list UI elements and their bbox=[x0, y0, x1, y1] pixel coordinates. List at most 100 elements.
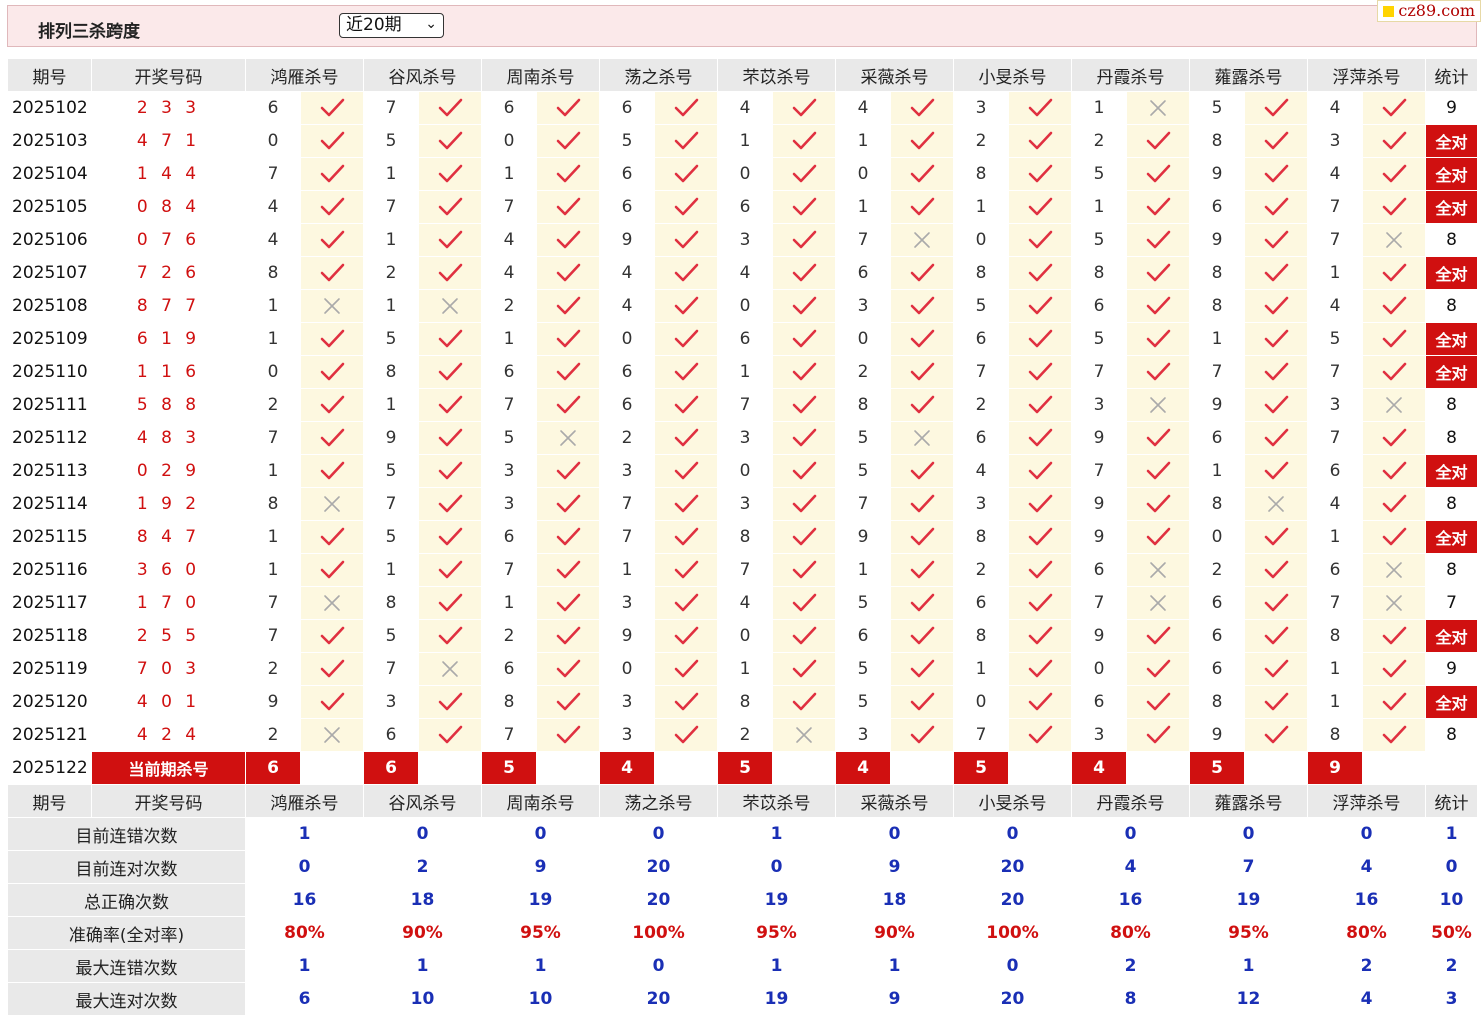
kill-number-cell: 8 bbox=[717, 520, 773, 554]
stat-value: 20 bbox=[953, 850, 1072, 884]
stat-summary-value: 10 bbox=[1425, 883, 1478, 917]
col-expert-header[interactable]: 周南杀号 bbox=[481, 784, 600, 818]
col-expert-header[interactable]: 蕹露杀号 bbox=[1189, 784, 1308, 818]
stat-value: 19 bbox=[717, 883, 836, 917]
col-expert-header[interactable]: 小旻杀号 bbox=[953, 58, 1072, 92]
kill-number-cell: 2 bbox=[481, 619, 537, 653]
kill-number-cell: 5 bbox=[363, 520, 419, 554]
kill-number-cell: 0 bbox=[599, 322, 655, 356]
col-expert-header[interactable]: 浮萍杀号 bbox=[1307, 784, 1426, 818]
col-expert-header[interactable]: 芣苡杀号 bbox=[717, 784, 836, 818]
col-expert-header[interactable]: 小旻杀号 bbox=[953, 784, 1072, 818]
check-icon bbox=[1362, 355, 1426, 389]
col-expert-header[interactable]: 荡之杀号 bbox=[599, 784, 718, 818]
stat-value: 80% bbox=[245, 916, 364, 950]
col-expert-header[interactable]: 丹霞杀号 bbox=[1071, 784, 1190, 818]
kill-number-cell: 8 bbox=[1189, 124, 1245, 158]
period-cell: 2025115 bbox=[7, 520, 92, 554]
col-expert-header[interactable]: 浮萍杀号 bbox=[1307, 58, 1426, 92]
check-icon bbox=[654, 718, 718, 752]
check-icon bbox=[654, 223, 718, 257]
kill-number-cell: 3 bbox=[599, 586, 655, 620]
kill-number-cell: 3 bbox=[363, 685, 419, 719]
kill-number-cell: 8 bbox=[1189, 685, 1245, 719]
current-kill-number: 5 bbox=[717, 751, 773, 785]
check-icon bbox=[772, 91, 836, 125]
kill-number-cell: 1 bbox=[481, 586, 537, 620]
check-icon bbox=[772, 388, 836, 422]
check-icon bbox=[1362, 619, 1426, 653]
kill-number-cell: 5 bbox=[599, 124, 655, 158]
period-select[interactable]: 近20期 ⌄ bbox=[339, 13, 444, 38]
kill-number-cell: 1 bbox=[245, 454, 301, 488]
check-icon bbox=[1244, 421, 1308, 455]
stat-value: 20 bbox=[599, 850, 718, 884]
stat-value: 16 bbox=[245, 883, 364, 917]
col-expert-header[interactable]: 谷风杀号 bbox=[363, 784, 482, 818]
table-row: 2025114 1 9 287373739848 bbox=[7, 487, 1478, 521]
kill-number-cell: 7 bbox=[481, 718, 537, 752]
check-icon bbox=[890, 91, 954, 125]
period-cell: 2025103 bbox=[7, 124, 92, 158]
check-icon bbox=[1362, 124, 1426, 158]
kill-number-cell: 2 bbox=[953, 388, 1009, 422]
summary-cell: 8 bbox=[1425, 553, 1478, 587]
stat-value: 9 bbox=[481, 850, 600, 884]
kill-number-cell: 1 bbox=[1071, 91, 1127, 125]
kill-number-cell: 8 bbox=[1071, 256, 1127, 290]
kill-number-cell: 2 bbox=[481, 289, 537, 323]
cross-icon bbox=[300, 586, 364, 620]
summary-cell: 8 bbox=[1425, 223, 1478, 257]
cross-icon bbox=[1126, 388, 1190, 422]
kill-number-cell: 3 bbox=[599, 454, 655, 488]
col-expert-header[interactable]: 谷风杀号 bbox=[363, 58, 482, 92]
kill-number-cell: 6 bbox=[1189, 652, 1245, 686]
kill-number-cell: 9 bbox=[1071, 487, 1127, 521]
stat-value: 95% bbox=[1189, 916, 1308, 950]
stat-summary-value: 0 bbox=[1425, 850, 1478, 884]
stat-value: 20 bbox=[953, 982, 1072, 1016]
stat-value: 20 bbox=[599, 982, 718, 1016]
col-expert-header[interactable]: 采薇杀号 bbox=[835, 58, 954, 92]
stat-value: 0 bbox=[599, 949, 718, 983]
kill-number-cell: 8 bbox=[1189, 289, 1245, 323]
check-icon bbox=[654, 157, 718, 191]
site-logo[interactable]: cz89.com bbox=[1377, 0, 1481, 22]
check-icon bbox=[1362, 685, 1426, 719]
col-expert-header[interactable]: 采薇杀号 bbox=[835, 784, 954, 818]
check-icon bbox=[654, 520, 718, 554]
col-expert-header[interactable]: 周南杀号 bbox=[481, 58, 600, 92]
stat-value: 0 bbox=[953, 817, 1072, 851]
col-expert-header[interactable]: 鸿雁杀号 bbox=[245, 784, 364, 818]
check-icon bbox=[890, 256, 954, 290]
current-kill-number: 5 bbox=[481, 751, 537, 785]
kill-number-cell: 8 bbox=[1307, 619, 1363, 653]
stat-value: 4 bbox=[1307, 850, 1426, 884]
kill-number-cell: 9 bbox=[599, 619, 655, 653]
stat-value: 0 bbox=[953, 949, 1072, 983]
kill-number-cell: 7 bbox=[835, 223, 891, 257]
summary-cell: 9 bbox=[1425, 91, 1478, 125]
col-expert-header[interactable]: 荡之杀号 bbox=[599, 58, 718, 92]
check-icon bbox=[1008, 355, 1072, 389]
check-icon bbox=[536, 685, 600, 719]
cross-icon bbox=[418, 652, 482, 686]
col-expert-header[interactable]: 芣苡杀号 bbox=[717, 58, 836, 92]
check-icon bbox=[1244, 124, 1308, 158]
stat-label: 最大连错次数 bbox=[7, 949, 246, 983]
cross-icon bbox=[1244, 487, 1308, 521]
check-icon bbox=[1126, 157, 1190, 191]
check-icon bbox=[1362, 520, 1426, 554]
kill-number-cell: 0 bbox=[953, 685, 1009, 719]
cross-icon bbox=[418, 289, 482, 323]
col-expert-header[interactable]: 丹霞杀号 bbox=[1071, 58, 1190, 92]
cross-icon bbox=[300, 289, 364, 323]
kill-number-cell: 5 bbox=[835, 421, 891, 455]
period-cell: 2025119 bbox=[7, 652, 92, 686]
stat-row: 最大连错次数 1 1 1 0 1 1 0 2 1 2 2 bbox=[7, 949, 1478, 983]
col-expert-header[interactable]: 鸿雁杀号 bbox=[245, 58, 364, 92]
col-expert-header[interactable]: 蕹露杀号 bbox=[1189, 58, 1308, 92]
kill-number-cell: 3 bbox=[1307, 124, 1363, 158]
check-icon bbox=[1244, 190, 1308, 224]
col-period-header: 期号 bbox=[7, 58, 92, 92]
